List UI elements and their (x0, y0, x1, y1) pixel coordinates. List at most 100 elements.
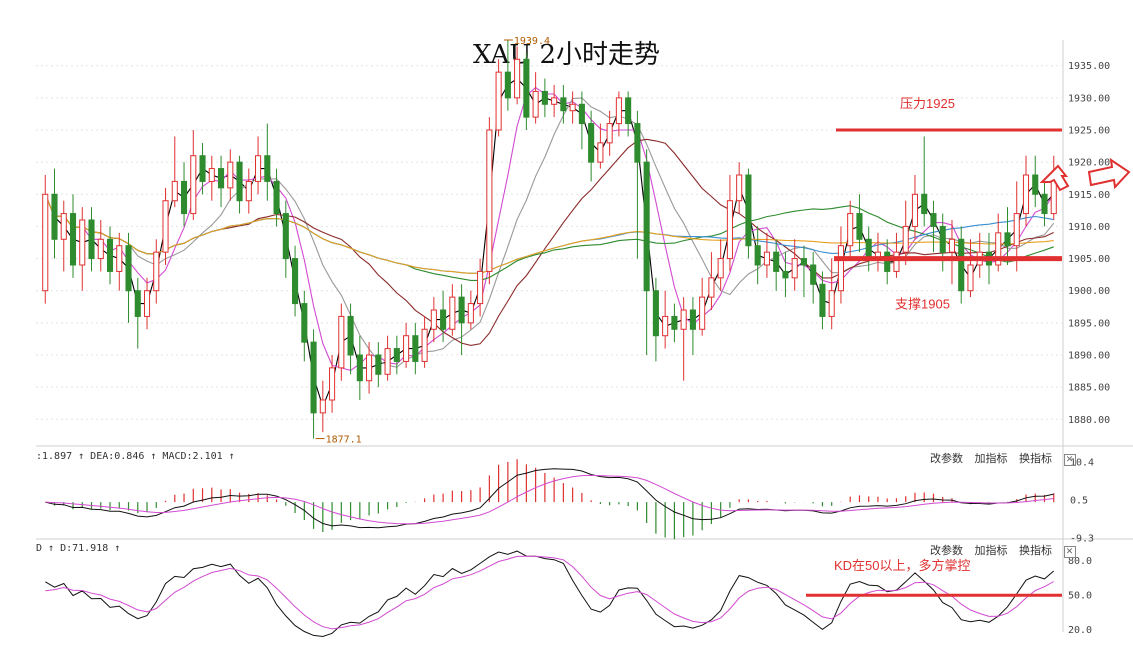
candle-body (273, 180, 280, 215)
candle (958, 226, 965, 304)
candle (1032, 155, 1039, 208)
candle (255, 136, 262, 195)
kd-tick-label: 20.0 (1068, 625, 1092, 636)
candle (810, 252, 817, 304)
candle-body (504, 71, 511, 99)
candle (569, 91, 576, 124)
candle-body (948, 238, 956, 253)
candle-body (514, 58, 521, 99)
candle-body (606, 123, 613, 144)
candle-body (467, 303, 474, 324)
candle-body (745, 174, 752, 247)
macd-switch-indicator-button[interactable]: 换指标 (1019, 452, 1052, 465)
kd-switch-indicator-button[interactable]: 换指标 (1019, 544, 1052, 557)
candle (699, 277, 706, 336)
candle (847, 200, 854, 259)
candle-body (699, 296, 706, 330)
candle-body (763, 251, 770, 266)
candle-body (578, 103, 585, 125)
candle-body (171, 180, 178, 202)
candle-body (754, 245, 761, 266)
candle (523, 52, 530, 130)
candle-body (236, 161, 243, 202)
candle (736, 162, 743, 214)
candle-body (643, 161, 650, 292)
candle (458, 284, 465, 355)
macd-add-indicator-button[interactable]: 加指标 (975, 452, 1008, 465)
macd-dea-line (45, 474, 1054, 525)
candle (800, 245, 807, 298)
candle (754, 226, 761, 285)
candle (162, 187, 169, 265)
candle-body (245, 180, 252, 202)
candle-body (736, 174, 743, 202)
candle-body (329, 367, 336, 401)
candle (421, 316, 428, 368)
macd-info: :1.897 ↑ DEA:0.846 ↑ MACD:2.101 ↑ (36, 451, 235, 462)
candle-body (921, 193, 928, 215)
price-tick-label: 1905.00 (1068, 254, 1110, 265)
candle-body (810, 264, 817, 285)
kd-edit-params-button[interactable]: 改参数 (930, 544, 963, 557)
candle-body (97, 238, 104, 260)
price-tick-label: 1935.00 (1068, 61, 1110, 72)
kd-toolbar: 改参数 加指标 换指标 ✕ (922, 542, 1076, 558)
candle-body (1022, 174, 1030, 215)
kd-add-indicator-button[interactable]: 加指标 (975, 544, 1008, 557)
candle (171, 136, 178, 208)
candle (921, 136, 928, 227)
candle (218, 155, 225, 208)
candle (329, 355, 336, 413)
candle (976, 232, 983, 278)
candle-body (930, 213, 937, 227)
candle-body (440, 309, 447, 330)
candle (967, 239, 974, 298)
candle (393, 335, 400, 375)
macd-toolbar: 改参数 加指标 换指标 ✕ (922, 450, 1076, 466)
candle (134, 277, 141, 349)
candle-body (708, 277, 715, 298)
price-tick-label: 1895.00 (1068, 318, 1110, 329)
candle (375, 342, 382, 388)
candle-body (828, 290, 835, 317)
candle (412, 322, 419, 375)
candle (486, 117, 493, 285)
candle-body (199, 155, 206, 182)
candle-body (652, 290, 659, 337)
price-tick-label: 1885.00 (1068, 383, 1110, 394)
kd-close-icon[interactable]: ✕ (1063, 546, 1076, 558)
price-tick-label: 1910.00 (1068, 222, 1110, 233)
candle-body (523, 58, 530, 118)
candle-body (42, 193, 49, 292)
moving-average-line-20 (44, 138, 1054, 346)
candle (532, 72, 539, 124)
candle-body (143, 290, 151, 317)
candle (319, 380, 326, 433)
resistance-label: 压力1925 (900, 96, 955, 111)
candle-body (791, 258, 798, 279)
candle-body (116, 245, 123, 272)
candle-body (375, 354, 382, 375)
price-tick-label: 1890.00 (1068, 351, 1110, 362)
candle-body (180, 180, 188, 215)
candle-body (717, 258, 724, 279)
candle (893, 232, 900, 278)
candle (301, 290, 308, 362)
candle-body (597, 142, 604, 163)
candle (717, 239, 724, 291)
candle (143, 277, 151, 330)
moving-average-line-100 (44, 194, 1054, 274)
macd-edit-params-button[interactable]: 改参数 (930, 452, 963, 465)
candle (745, 168, 752, 259)
candle (227, 149, 234, 201)
macd-close-icon[interactable]: ✕ (1063, 454, 1076, 466)
candle-body (319, 399, 326, 414)
candle-body (560, 97, 567, 112)
candle (264, 123, 271, 201)
candle (680, 297, 687, 381)
candle-body (134, 290, 141, 317)
candle (671, 303, 678, 343)
candle-body (125, 245, 132, 292)
candle (902, 200, 909, 265)
candle-body (449, 296, 456, 330)
